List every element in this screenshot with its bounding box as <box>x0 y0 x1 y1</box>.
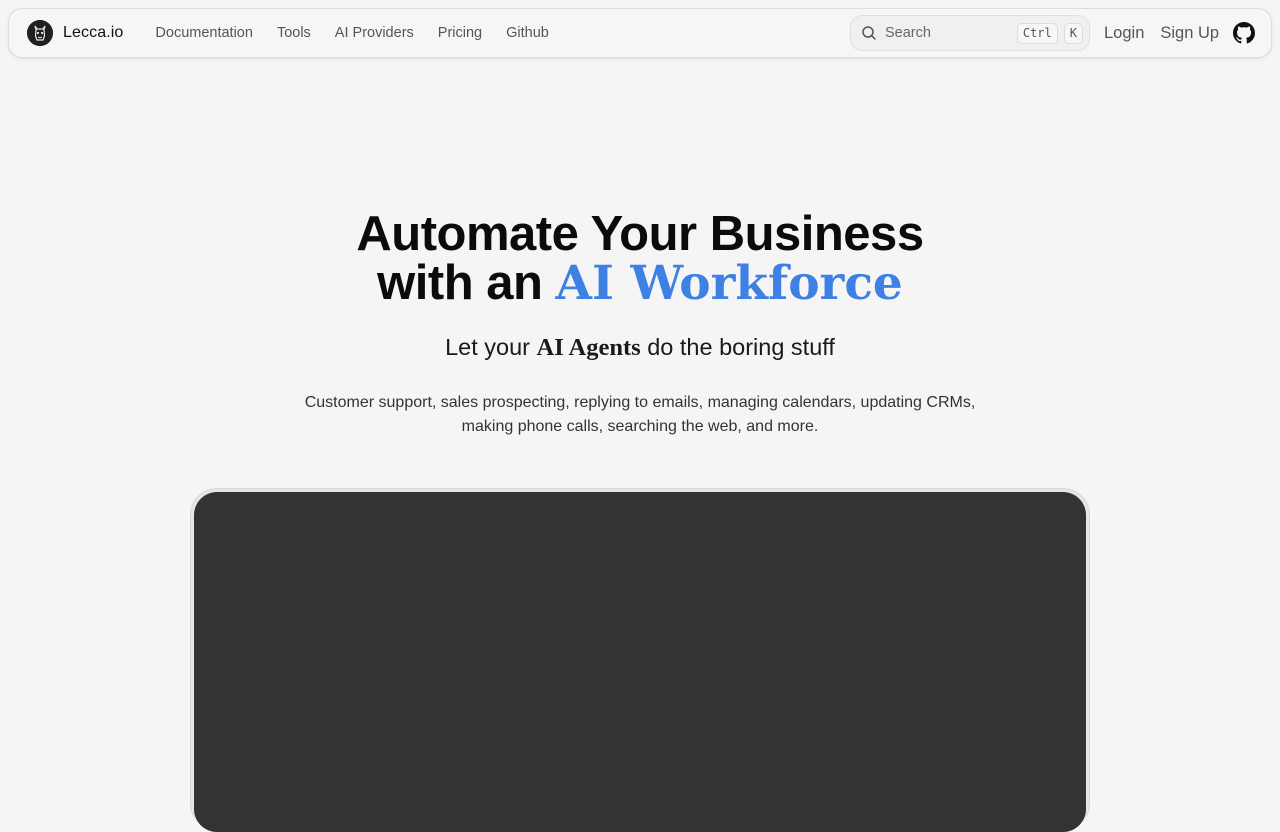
subhead-prefix: Let your <box>445 334 537 360</box>
signup-link[interactable]: Sign Up <box>1160 24 1219 43</box>
headline-line-2: with an AI Workforce <box>0 256 1280 311</box>
login-link[interactable]: Login <box>1104 24 1144 43</box>
llama-logo-icon <box>27 20 53 46</box>
nav-link-pricing[interactable]: Pricing <box>438 25 482 41</box>
nav-link-github[interactable]: Github <box>506 25 549 41</box>
hero-headline: Automate Your Business with an AI Workfo… <box>0 207 1280 311</box>
nav-link-tools[interactable]: Tools <box>277 25 311 41</box>
headline-accent: AI Workforce <box>555 256 903 311</box>
subhead-emphasis: AI Agents <box>536 334 641 361</box>
brand-name: Lecca.io <box>63 24 124 41</box>
demo-video[interactable] <box>194 492 1086 832</box>
shortcut-key-ctrl: Ctrl <box>1016 22 1058 44</box>
headline-line-1: Automate Your Business <box>356 207 924 261</box>
search-button[interactable]: Search Ctrl K <box>850 15 1090 51</box>
subhead-suffix: do the boring stuff <box>640 334 835 360</box>
nav-link-ai-providers[interactable]: AI Providers <box>335 25 414 41</box>
hero-description: Customer support, sales prospecting, rep… <box>304 394 976 435</box>
demo-video-frame <box>191 489 1089 832</box>
headline-line-2-prefix: with an <box>377 256 556 310</box>
auth-links: Login Sign Up <box>1104 9 1256 57</box>
top-navbar: Lecca.io Documentation Tools AI Provider… <box>8 8 1272 58</box>
search-icon <box>861 25 877 41</box>
github-icon[interactable] <box>1233 22 1256 44</box>
shortcut-key-k: K <box>1063 22 1083 44</box>
hero-section: Automate Your Business with an AI Workfo… <box>0 210 1280 439</box>
brand-home-link[interactable]: Lecca.io <box>27 20 123 46</box>
nav-links: Documentation Tools AI Providers Pricing… <box>155 25 572 41</box>
search-placeholder: Search <box>885 25 931 41</box>
nav-link-documentation[interactable]: Documentation <box>155 25 253 41</box>
hero-subheading: Let your AI Agents do the boring stuff <box>0 332 1280 363</box>
